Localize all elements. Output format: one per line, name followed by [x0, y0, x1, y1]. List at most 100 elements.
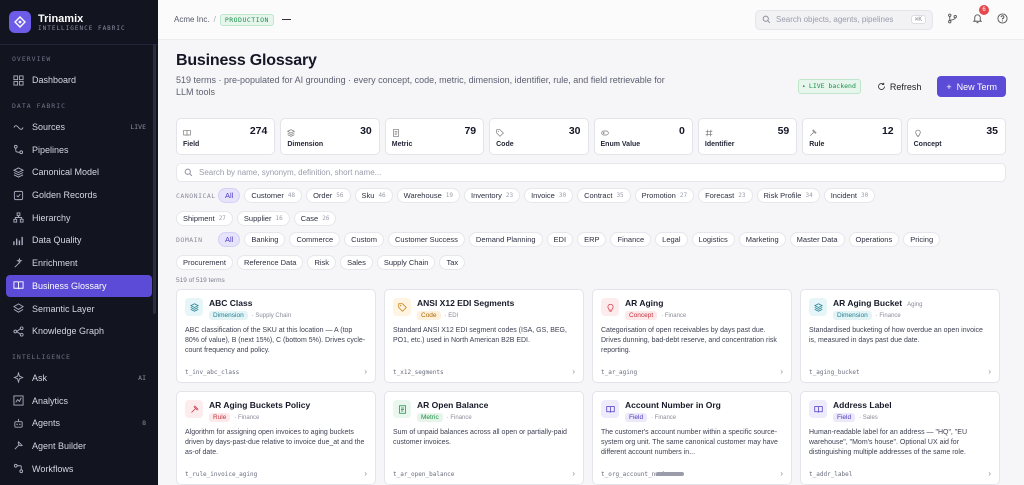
chevron-right-icon[interactable]: › [364, 367, 367, 376]
term-card[interactable]: Account Number in Org Field · Finance The c… [592, 391, 792, 485]
canonical-chip[interactable]: Sku 46 [354, 188, 393, 203]
refresh-button[interactable]: Refresh [877, 82, 921, 92]
sidebar-item-agent-builder[interactable]: Agent Builder [0, 435, 158, 458]
sidebar-item-semantic-layer[interactable]: Semantic Layer [0, 297, 158, 320]
stat-dimension[interactable]: 30 Dimension [280, 118, 380, 155]
domain-chip[interactable]: Marketing [738, 232, 786, 247]
term-meta: Rule · Finance [209, 413, 310, 422]
glossary-search[interactable]: Search by name, synonym, definition, sho… [176, 163, 1006, 182]
canonical-icon [12, 166, 24, 178]
term-card[interactable]: ANSI X12 EDI Segments Code · EDI Standard A… [384, 289, 584, 383]
domain-chip[interactable]: Logistics [691, 232, 735, 247]
domain-chip[interactable]: Custom [344, 232, 384, 247]
branch-icon[interactable] [947, 11, 958, 29]
domain-chip[interactable]: Tax [439, 255, 466, 270]
chip-label: Supply Chain [383, 258, 429, 267]
sidebar-scrollbar[interactable] [153, 44, 156, 314]
canonical-chip[interactable]: Customer 48 [244, 188, 303, 203]
chip-count: 48 [287, 192, 296, 199]
org-name[interactable]: Acme Inc. [174, 15, 210, 24]
domain-chip[interactable]: Risk [307, 255, 337, 270]
sidebar-item-analytics[interactable]: Analytics [0, 389, 158, 412]
sidebar-item-workflows[interactable]: Workflows [0, 457, 158, 480]
term-card[interactable]: AR Aging Bucket Aging Dimension · Finance St… [800, 289, 1000, 383]
domain-chip[interactable]: ERP [577, 232, 607, 247]
chevron-right-icon[interactable]: › [780, 469, 783, 478]
canonical-chip[interactable]: Case 26 [293, 211, 337, 226]
domain-chip[interactable]: Procurement [176, 255, 233, 270]
sidebar-item-canonical-model[interactable]: Canonical Model [0, 161, 158, 184]
sidebar-item-knowledge-graph[interactable]: Knowledge Graph [0, 320, 158, 343]
domain-chip[interactable]: Commerce [289, 232, 341, 247]
sidebar-item-golden-records[interactable]: Golden Records [0, 184, 158, 207]
sidebar-item-sources[interactable]: Sources LIVE [0, 116, 158, 139]
stat-field[interactable]: 274 Field [176, 118, 276, 155]
chevron-right-icon[interactable]: › [780, 367, 783, 376]
term-domain: · Sales [859, 414, 878, 421]
canonical-chip[interactable]: Shipment 27 [176, 211, 233, 226]
canonical-chip[interactable]: Forecast 23 [698, 188, 753, 203]
env-menu-handle[interactable] [281, 18, 291, 21]
domain-chip[interactable]: Supply Chain [376, 255, 436, 270]
term-card[interactable]: AR Open Balance Metric · Finance Sum of unp… [384, 391, 584, 485]
domain-chip[interactable]: Banking [244, 232, 286, 247]
chevron-right-icon[interactable]: › [988, 367, 991, 376]
sidebar-item-agents[interactable]: Agents 8 [0, 412, 158, 435]
canonical-filter: CANONICAL All Customer 48 Order 56 Sku 46 Wareho… [176, 188, 1006, 226]
canonical-chip[interactable]: Incident 30 [823, 188, 876, 203]
sidebar-item-business-glossary[interactable]: Business Glossary [6, 274, 152, 298]
canonical-chip[interactable]: Promotion 27 [634, 188, 695, 203]
new-term-button[interactable]: + New Term [937, 76, 1006, 97]
scroll-indicator[interactable] [656, 472, 684, 476]
chevron-right-icon[interactable]: › [364, 469, 367, 478]
chevron-right-icon[interactable]: › [988, 469, 991, 478]
canonical-chip[interactable]: Invoice 30 [524, 188, 574, 203]
chip-label: Customer [251, 191, 284, 200]
canonical-chip[interactable]: Risk Profile 34 [756, 188, 820, 203]
stat-enum-value[interactable]: 0 Enum Value [593, 118, 693, 155]
domain-chip[interactable]: EDI [546, 232, 574, 247]
term-card[interactable]: Address Label Field · Sales Human-readable … [800, 391, 1000, 485]
sidebar-item-ask[interactable]: Ask AI [0, 367, 158, 390]
sidebar-item-dashboard[interactable]: Dashboard [0, 69, 158, 92]
sidebar-item-data-quality[interactable]: Data Quality [0, 229, 158, 252]
domain-chip[interactable]: Master Data [789, 232, 845, 247]
term-description: ABC classification of the SKU at this lo… [185, 327, 366, 354]
domain-chip[interactable]: Reference Data [236, 255, 304, 270]
stat-metric[interactable]: 79 Metric [384, 118, 485, 155]
domain-chip[interactable]: Finance [610, 232, 652, 247]
canonical-chip[interactable]: Inventory 23 [463, 188, 521, 203]
sidebar-item-enrichment[interactable]: Enrichment [0, 252, 158, 275]
sidebar-item-pipelines[interactable]: Pipelines [0, 138, 158, 161]
help-icon[interactable] [997, 11, 1008, 29]
stat-concept[interactable]: 35 Concept [906, 118, 1006, 155]
canonical-chip[interactable]: Supplier 16 [236, 211, 290, 226]
stat-rule[interactable]: 12 Rule [802, 118, 902, 155]
term-card[interactable]: AR Aging Buckets Policy Rule · Finance Algo… [176, 391, 376, 485]
environment-badge[interactable]: PRODUCTION [219, 13, 274, 26]
brand[interactable]: Trinamix INTELLIGENCE FABRIC [0, 0, 158, 44]
chevron-right-icon[interactable]: › [572, 469, 575, 478]
domain-chip[interactable]: Customer Success [387, 232, 465, 247]
domain-chip[interactable]: Demand Planning [468, 232, 543, 247]
domain-chip[interactable]: Legal [655, 232, 688, 247]
domain-chip[interactable]: Pricing [903, 232, 941, 247]
chevron-right-icon[interactable]: › [572, 367, 575, 376]
canonical-chip[interactable]: All [218, 188, 241, 203]
canonical-chip[interactable]: Contract 35 [577, 188, 631, 203]
stat-identifier[interactable]: 59 Identifier [697, 118, 798, 155]
stat-code[interactable]: 30 Code [489, 118, 589, 155]
canonical-chip[interactable]: Warehouse 19 [396, 188, 460, 203]
term-name: AR Aging Bucket Aging [833, 298, 922, 308]
domain-chip[interactable]: Operations [848, 232, 900, 247]
term-name: ANSI X12 EDI Segments [417, 298, 514, 308]
domain-chip[interactable]: Sales [340, 255, 373, 270]
domain-chip[interactable]: All [218, 232, 241, 247]
global-search[interactable]: Search objects, agents, pipelines ⌘K [755, 9, 933, 30]
term-type-badge: Dimension [833, 311, 872, 320]
term-card[interactable]: ABC Class Dimension · Supply Chain ABC clas… [176, 289, 376, 383]
sidebar-item-hierarchy[interactable]: Hierarchy [0, 206, 158, 229]
term-card[interactable]: AR Aging Concept · Finance Categorisation o… [592, 289, 792, 383]
canonical-chip[interactable]: Order 56 [306, 188, 351, 203]
notifications-button[interactable]: 6 [972, 4, 989, 29]
